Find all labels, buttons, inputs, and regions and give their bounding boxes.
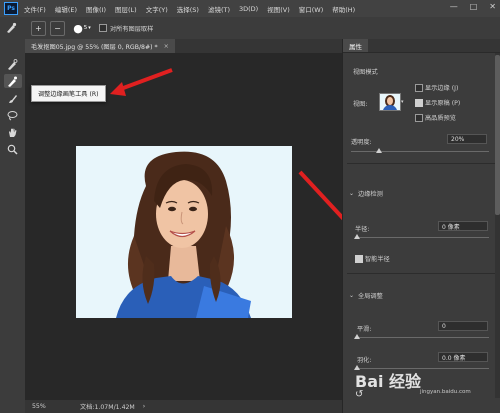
global-refinement-heading: 全局调整 <box>358 292 383 300</box>
show-original-checkbox[interactable] <box>415 99 423 107</box>
status-arrow-icon[interactable]: › <box>143 403 145 410</box>
smart-radius-checkbox[interactable] <box>355 255 363 263</box>
show-edge-checkbox[interactable] <box>415 84 423 92</box>
feather-label: 羽化: <box>357 357 372 364</box>
view-mode-heading: 视图模式 <box>353 69 378 76</box>
panel-scrollbar[interactable] <box>495 53 500 398</box>
smooth-slider-thumb[interactable] <box>354 334 360 339</box>
view-label: 视图: <box>353 101 368 108</box>
radius-slider-track[interactable] <box>357 237 489 238</box>
arrow-to-tooltip <box>110 68 173 96</box>
global-refinement-section[interactable]: ⌄ 全局调整 <box>343 289 500 301</box>
watermark-url: jingyan.baidu.com <box>420 389 471 395</box>
radius-label: 半径: <box>355 226 370 233</box>
show-edge-label: 显示边缘 (J) <box>425 85 459 92</box>
status-bar: 55% 文档:1.07M/1.42M › <box>25 400 342 413</box>
transparency-slider-thumb[interactable] <box>375 148 382 153</box>
edge-detection-section[interactable]: ⌄ 边缘检测 <box>343 187 500 199</box>
edge-detection-heading: 边缘检测 <box>358 190 383 198</box>
transparency-label: 透明度: <box>351 139 372 146</box>
tab-properties[interactable]: 属性 <box>343 39 368 52</box>
radius-slider-thumb[interactable] <box>354 234 360 239</box>
smooth-input[interactable]: 0 <box>438 321 488 331</box>
watermark-logo: Bai 经验 <box>355 372 422 391</box>
document-info: 文档:1.07M/1.42M <box>80 404 135 411</box>
chevron-down-icon: ⌄ <box>349 189 355 197</box>
transparency-input[interactable]: 20% <box>447 134 487 144</box>
smart-radius-label: 智能半径 <box>365 256 390 263</box>
smooth-slider-track[interactable] <box>357 337 489 338</box>
show-original-label: 显示原稿 (P) <box>425 100 461 107</box>
properties-panel: 属性 视图模式 视图: ▾ 显示边缘 (J) 显示原稿 (P) 高品质预览 透明… <box>342 39 500 413</box>
smooth-label: 平滑: <box>357 326 372 333</box>
high-quality-preview-label: 高品质预览 <box>425 115 456 122</box>
radius-input[interactable]: 0 像素 <box>438 221 488 231</box>
chevron-down-icon: ⌄ <box>349 291 355 299</box>
view-mode-thumbnail[interactable] <box>379 93 401 111</box>
feather-input[interactable]: 0.0 像素 <box>438 352 488 362</box>
view-dropdown-chevron-icon[interactable]: ▾ <box>401 99 404 105</box>
high-quality-preview-checkbox[interactable] <box>415 114 423 122</box>
transparency-slider-track[interactable] <box>351 151 489 152</box>
zoom-level[interactable]: 55% <box>32 403 72 410</box>
